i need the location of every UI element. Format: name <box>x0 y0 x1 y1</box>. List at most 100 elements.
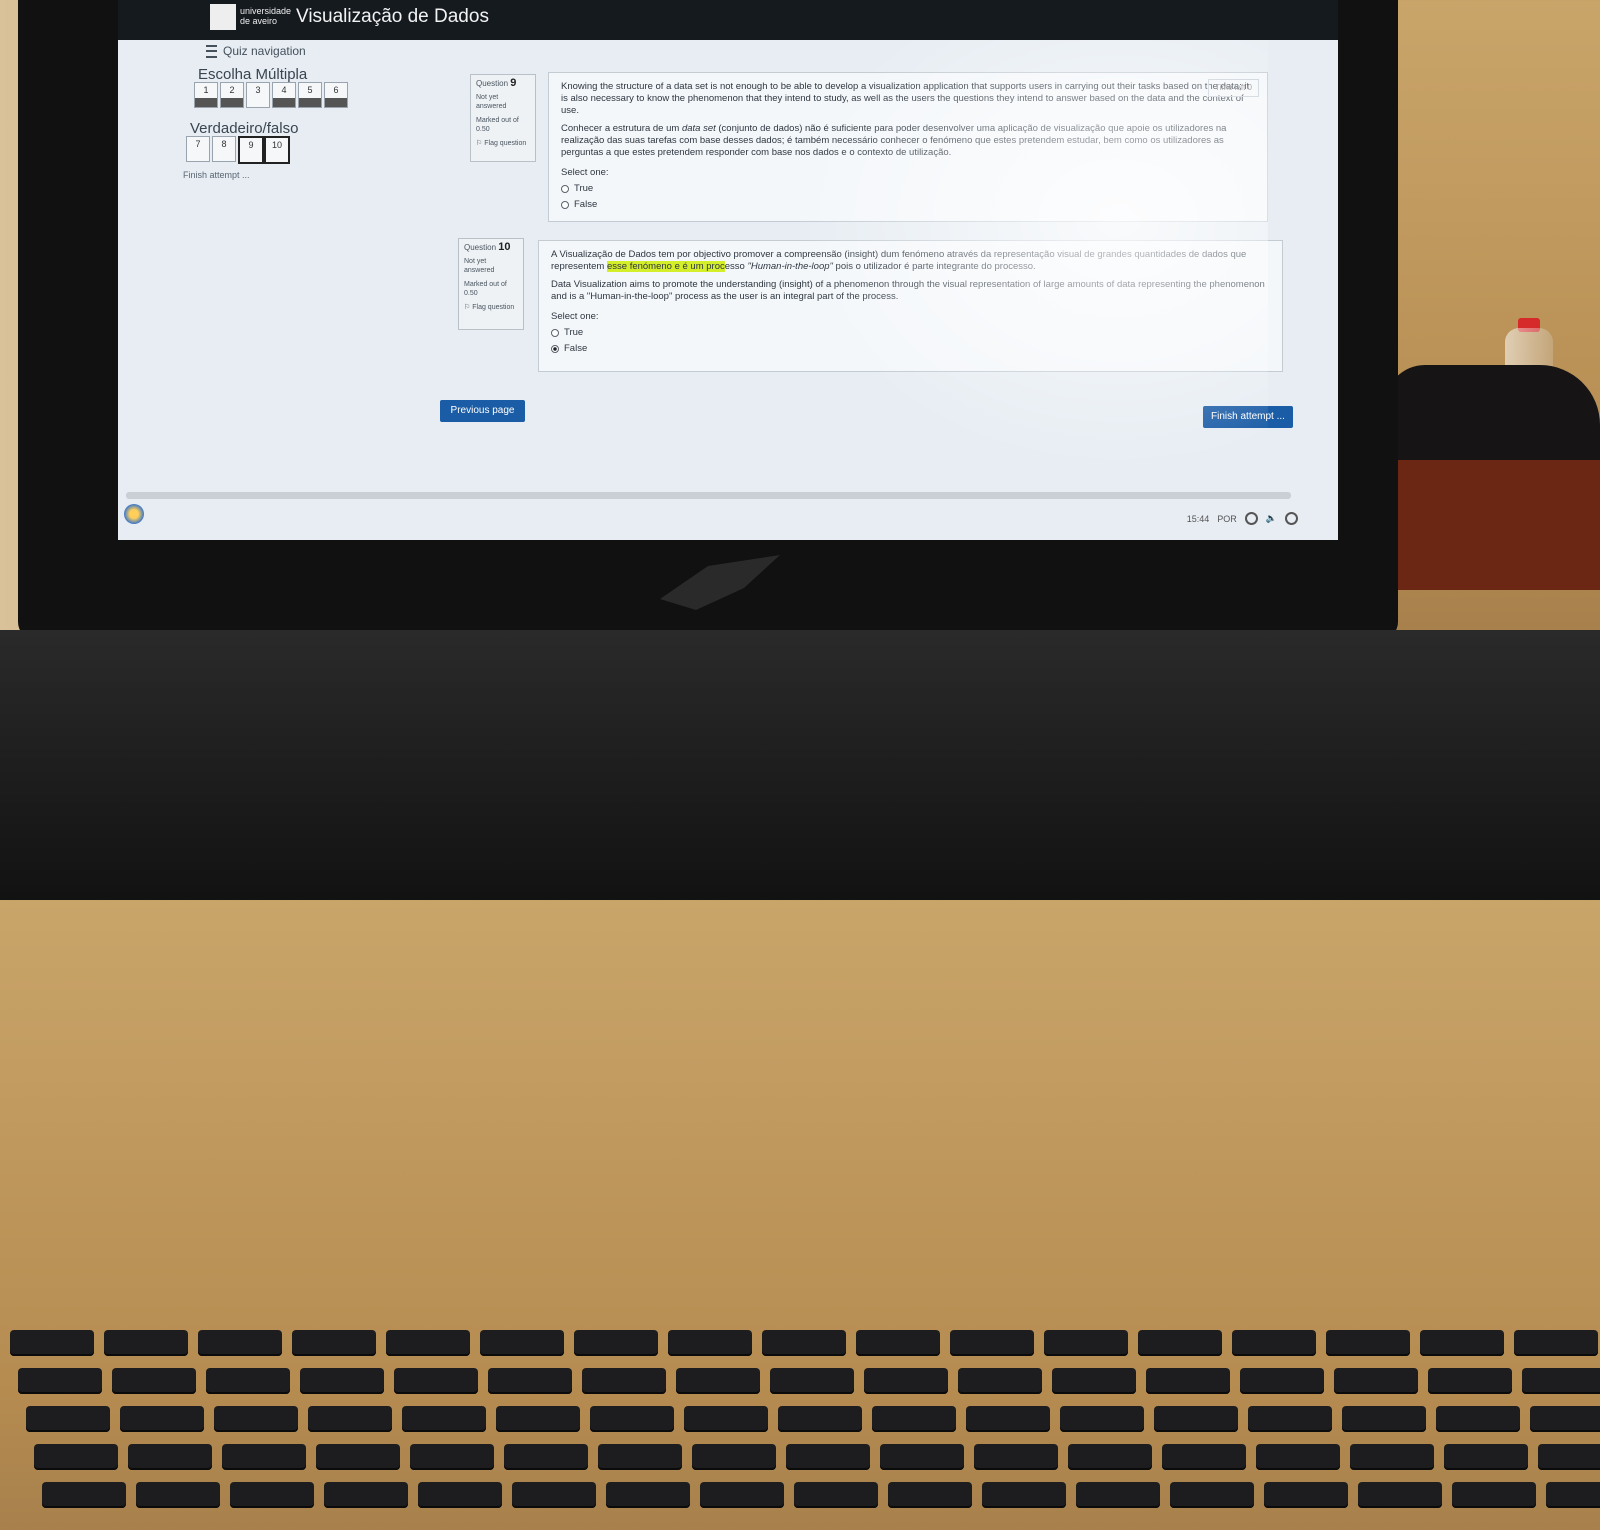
question-10-option-true[interactable]: True <box>551 327 1270 339</box>
question-10-status: Not yet answered <box>464 258 495 274</box>
keyboard-key <box>786 1444 870 1470</box>
keyboard-key <box>488 1368 572 1394</box>
question-10-flag-label: Flag question <box>472 304 515 311</box>
question-10-text-en: Data Visualization aims to promote the u… <box>551 279 1265 302</box>
keyboard-key <box>1154 1406 1238 1432</box>
keyboard-key <box>966 1406 1050 1432</box>
question-9-option-false[interactable]: False <box>561 199 1255 211</box>
question-10-text-pt: A Visualização de Dados tem por objectiv… <box>551 249 1247 272</box>
keyboard-key <box>402 1406 486 1432</box>
keyboard-key <box>292 1330 376 1356</box>
question-9-option-true[interactable]: True <box>561 183 1255 195</box>
question-10-marks: Marked out of 0.50 <box>464 281 507 297</box>
nav-question-7[interactable]: 7 <box>186 136 210 162</box>
keyboard-key <box>206 1368 290 1394</box>
keyboard-key <box>1522 1368 1600 1394</box>
section-true-false: Verdadeiro/falso <box>190 120 299 137</box>
keyboard-key <box>684 1406 768 1432</box>
keyboard-key <box>386 1330 470 1356</box>
question-9-info: Question 9 Not yet answered Marked out o… <box>470 74 536 162</box>
nav-question-4[interactable]: 4 <box>272 82 296 108</box>
question-9-flag[interactable]: ⚐ Flag question <box>476 139 530 148</box>
keyboard-key <box>1334 1368 1418 1394</box>
keyboard-key <box>1358 1482 1442 1508</box>
keyboard-key <box>1240 1368 1324 1394</box>
nav-question-5[interactable]: 5 <box>298 82 322 108</box>
radio-icon[interactable] <box>561 201 569 209</box>
horizontal-scrollbar[interactable] <box>126 492 1291 499</box>
university-logo[interactable] <box>210 4 236 30</box>
finish-attempt-link[interactable]: Finish attempt ... <box>183 170 250 180</box>
keyboard-key <box>1052 1368 1136 1394</box>
keyboard-key <box>222 1444 306 1470</box>
radio-icon[interactable] <box>551 329 559 337</box>
keyboard-key <box>1248 1406 1332 1432</box>
keyboard-key <box>1436 1406 1520 1432</box>
keyboard-key <box>230 1482 314 1508</box>
question-9-option-false-label: False <box>574 199 598 210</box>
keyboard-key <box>1044 1330 1128 1356</box>
nav-question-8[interactable]: 8 <box>212 136 236 162</box>
system-tray: 15:44 POR 🔈 <box>1187 512 1298 525</box>
question-10-flag[interactable]: ⚐ Flag question <box>464 303 518 312</box>
finish-attempt-button[interactable]: Finish attempt ... <box>1203 406 1293 428</box>
question-9-text-en: Knowing the structure of a data set is n… <box>561 81 1250 116</box>
question-10-info: Question 10 Not yet answered Marked out … <box>458 238 524 330</box>
keyboard-key <box>1146 1368 1230 1394</box>
keyboard-key <box>324 1482 408 1508</box>
nav-question-6[interactable]: 6 <box>324 82 348 108</box>
question-9-select-label: Select one: <box>561 167 609 178</box>
keyboard-key <box>104 1330 188 1356</box>
volume-icon[interactable]: 🔈 <box>1266 513 1277 524</box>
question-9-text-pt: Conhecer a estrutura de um data set (con… <box>561 123 1227 158</box>
keyboard-key <box>856 1330 940 1356</box>
question-10-number: Question 10 <box>464 241 511 253</box>
keyboard-key <box>692 1444 776 1470</box>
wooden-box <box>1372 460 1600 590</box>
keyboard-key <box>34 1444 118 1470</box>
nav-question-1[interactable]: 1 <box>194 82 218 108</box>
refresh-icon[interactable] <box>1244 512 1258 525</box>
radio-icon[interactable] <box>561 185 569 193</box>
question-10-option-false[interactable]: False <box>551 343 1270 355</box>
section-multiple-choice: Escolha Múltipla <box>198 66 308 83</box>
keyboard-key <box>872 1406 956 1432</box>
keyboard-key <box>974 1444 1058 1470</box>
keyboard-key <box>1444 1444 1528 1470</box>
keyboard-key <box>574 1330 658 1356</box>
laptop-lid: universidade de aveiro Visualização de D… <box>18 0 1398 640</box>
keyboard-key <box>700 1482 784 1508</box>
bag <box>1385 365 1600 470</box>
menu-icon[interactable] <box>206 45 217 59</box>
radio-icon[interactable] <box>551 345 559 353</box>
power-icon[interactable] <box>1285 512 1298 525</box>
previous-page-button[interactable]: Previous page <box>440 400 525 422</box>
nav-question-9[interactable]: 9 <box>238 136 264 164</box>
keyboard-key <box>308 1406 392 1432</box>
keyboard-key <box>778 1406 862 1432</box>
keyboard-language[interactable]: POR <box>1217 514 1237 524</box>
keyboard-key <box>316 1444 400 1470</box>
time-left: Time left 0 <box>1207 79 1259 97</box>
nav-question-10[interactable]: 10 <box>264 136 290 164</box>
nav-question-2[interactable]: 2 <box>220 82 244 108</box>
keyboard-key <box>1256 1444 1340 1470</box>
question-9-flag-label: Flag question <box>484 140 527 147</box>
nav-question-3[interactable]: 3 <box>246 82 270 108</box>
question-9-status: Not yet answered <box>476 94 507 110</box>
keyboard-key <box>770 1368 854 1394</box>
keyboard-key <box>1452 1482 1536 1508</box>
keyboard-key <box>1530 1406 1600 1432</box>
keyboard-key <box>1326 1330 1410 1356</box>
keyboard-key <box>128 1444 212 1470</box>
clock: 15:44 <box>1186 513 1210 524</box>
start-menu-icon[interactable] <box>124 504 144 524</box>
keyboard-key <box>880 1444 964 1470</box>
keyboard-key <box>1076 1482 1160 1508</box>
flag-icon: ⚐ <box>464 304 471 311</box>
keyboard-key <box>1162 1444 1246 1470</box>
keyboard-key <box>582 1368 666 1394</box>
keyboard-key <box>1264 1482 1348 1508</box>
question-10-select-label: Select one: <box>551 311 599 322</box>
site-title[interactable]: Visualização de Dados <box>296 6 489 28</box>
